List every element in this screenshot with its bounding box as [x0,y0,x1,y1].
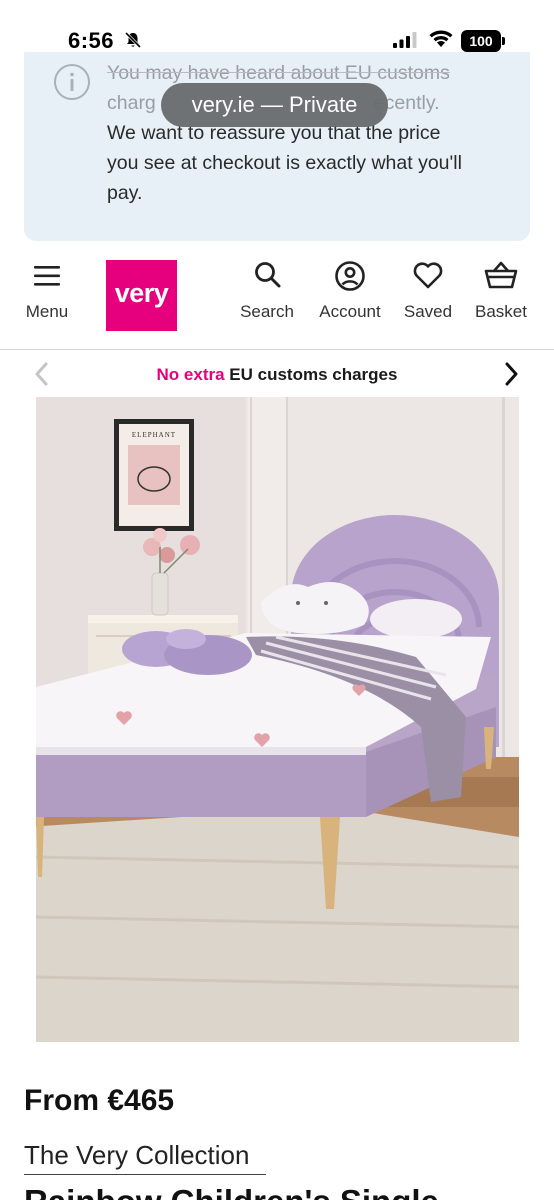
customs-info-text: You may have heard about EU customs char… [107,58,517,208]
saved-label: Saved [403,302,453,321]
battery-icon: 100 [461,30,505,52]
info-icon [54,64,90,100]
basket-label: Basket [475,302,527,321]
product-title: Rainbow Children's Single [24,1183,439,1200]
signal-icon [393,32,417,48]
info-line: pay. [107,182,143,204]
browser-url-pill[interactable]: very.ie — Private [161,83,388,127]
product-brand-link[interactable]: The Very Collection [24,1140,249,1171]
wifi-icon [429,30,453,47]
status-bar: 6:56 100 [0,0,554,60]
hamburger-icon [34,266,60,286]
promo-message: No extra EU customs charges [0,365,554,385]
menu-button[interactable]: Menu [12,252,82,332]
account-label: Account [319,302,381,321]
very-logo[interactable]: very [106,260,177,331]
search-button[interactable]: Search [232,252,302,332]
status-time: 6:56 [68,28,115,53]
account-icon [335,261,365,291]
battery-tip [502,37,505,45]
search-label: Search [240,302,294,321]
chevron-right-icon[interactable] [500,361,522,387]
heart-icon [413,262,443,289]
site-header: Menu very Search Account Saved Basket [0,252,554,350]
product-image[interactable]: ELEPHANT [36,397,519,1042]
product-price: From €465 [24,1084,175,1117]
bed-illustration: ELEPHANT [36,397,519,1042]
info-line: you see at checkout is exactly what you'… [107,152,462,174]
info-line-start: charg [107,92,156,114]
promo-rest: EU customs charges [224,365,398,384]
bell-slash-icon [124,31,142,49]
promo-highlight: No extra [156,365,225,384]
basket-button[interactable]: Basket [468,252,534,332]
battery-level: 100 [461,30,501,52]
chevron-left-icon[interactable] [31,361,53,387]
account-button[interactable]: Account [312,252,388,332]
saved-button[interactable]: Saved [396,252,460,332]
promo-banner: No extra EU customs charges [0,351,554,397]
svg-text:ELEPHANT: ELEPHANT [132,431,176,439]
search-icon [255,262,281,288]
basket-icon [484,261,518,289]
menu-label: Menu [25,302,69,321]
brand-underline [24,1174,266,1175]
